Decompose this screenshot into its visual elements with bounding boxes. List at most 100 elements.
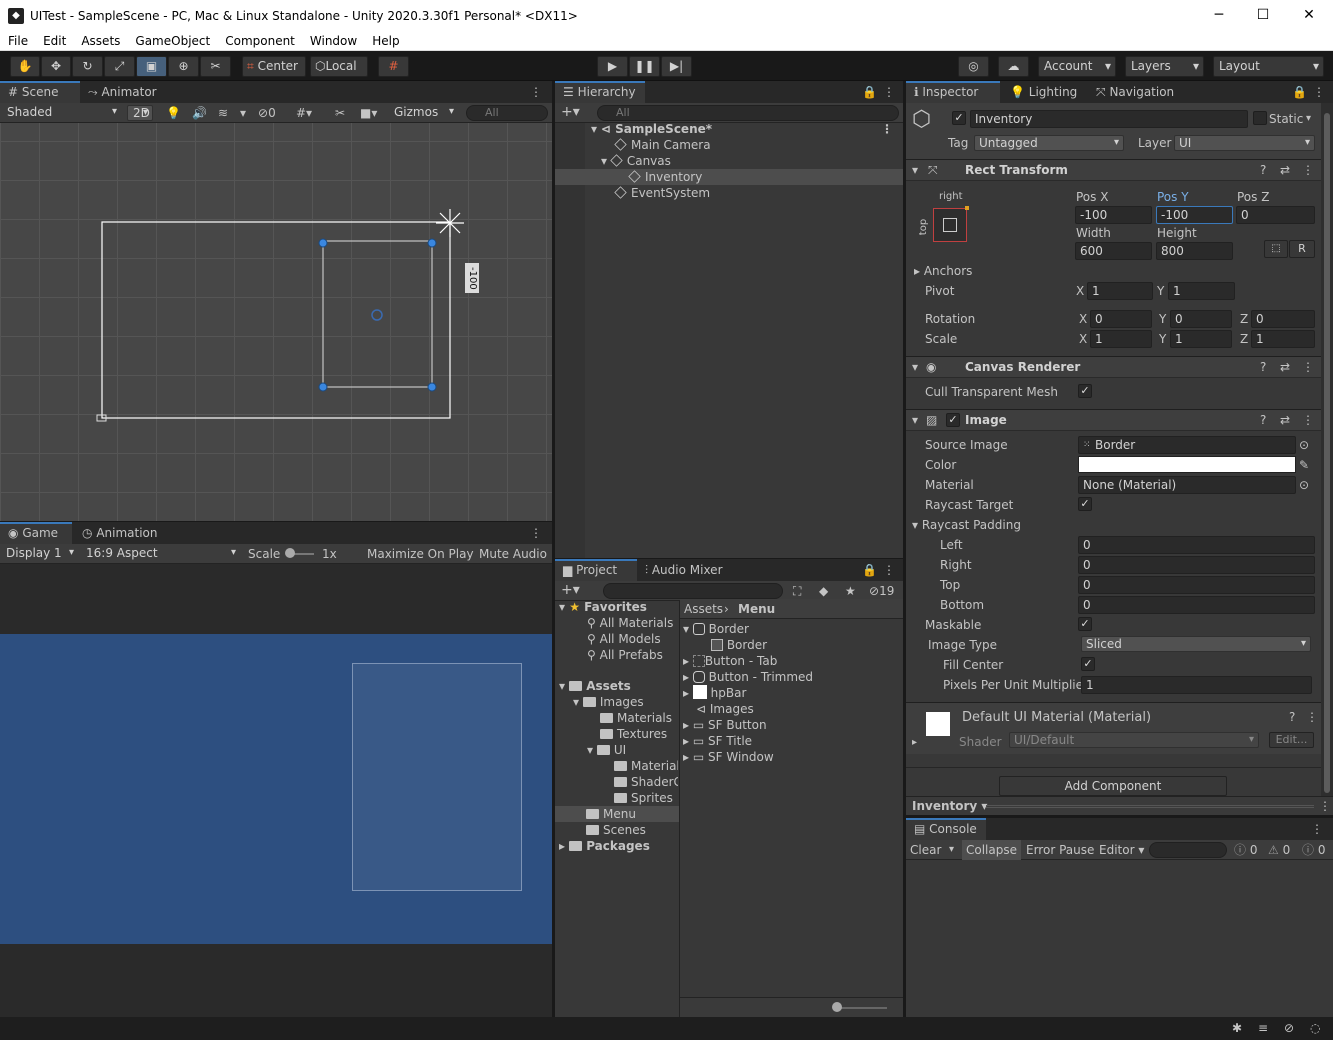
account-dropdown[interactable]: Account ▾ xyxy=(1038,56,1116,77)
assets-folder[interactable]: ▾ Assets xyxy=(559,678,631,694)
blueprint-mode-icon[interactable]: ⬚ xyxy=(1264,240,1288,258)
inspector-scrollbar[interactable] xyxy=(1321,103,1333,815)
aspect-dropdown[interactable]: 16:9 Aspect xyxy=(82,546,240,562)
console-menu-icon[interactable]: ⋮ xyxy=(1311,821,1323,837)
project-lock-icon[interactable]: 🔒 xyxy=(862,562,877,578)
file-border[interactable]: ▾ Border xyxy=(683,621,749,637)
2d-toggle[interactable]: 2D xyxy=(127,105,153,121)
hidden-objects-icon[interactable]: ⊘0 xyxy=(258,105,276,121)
file-sf-window[interactable]: ▸ ▭ SF Window xyxy=(683,749,774,765)
effects-dropdown-icon[interactable]: ▾ xyxy=(240,105,246,121)
scene-search-input[interactable]: All xyxy=(466,105,548,121)
help-icon[interactable]: ? xyxy=(1260,359,1266,375)
game-panel-menu-icon[interactable]: ⋮ xyxy=(530,525,542,541)
layout-dropdown[interactable]: Layout ▾ xyxy=(1213,56,1324,77)
foldout-arrow-icon[interactable]: ▾ xyxy=(912,162,918,178)
padding-bottom-field[interactable]: 0 xyxy=(1078,596,1315,614)
folder-ui[interactable]: ▾ UI xyxy=(587,742,626,758)
menu-component[interactable]: Component xyxy=(217,34,302,48)
menu-assets[interactable]: Assets xyxy=(73,34,127,48)
component-menu-icon[interactable]: ⋮ xyxy=(1302,162,1314,178)
canvas-renderer-header[interactable]: ▾ ◉ Canvas Renderer ? ⇄ ⋮ xyxy=(906,356,1321,378)
static-checkbox[interactable] xyxy=(1253,111,1267,125)
project-splitter[interactable] xyxy=(679,601,680,1017)
inventory-rect[interactable] xyxy=(322,240,433,388)
maximize-on-play-toggle[interactable]: Maximize On Play xyxy=(367,546,474,562)
folder-sprites[interactable]: Sprites xyxy=(614,790,673,806)
preset-icon[interactable]: ⇄ xyxy=(1280,412,1290,428)
create-add-icon[interactable]: +▾ xyxy=(561,104,580,120)
packages-folder[interactable]: ▸ Packages xyxy=(559,838,650,854)
menu-window[interactable]: Window xyxy=(302,34,364,48)
tab-hierarchy[interactable]: ☰ Hierarchy xyxy=(555,81,645,103)
rot-x-field[interactable]: 0 xyxy=(1090,310,1152,328)
clear-button[interactable]: Clear xyxy=(910,842,941,858)
object-name-field[interactable]: Inventory xyxy=(970,110,1248,128)
anchor-presets-button[interactable] xyxy=(933,206,969,242)
padding-right-field[interactable]: 0 xyxy=(1078,556,1315,574)
image-enabled-checkbox[interactable]: ✓ xyxy=(946,413,960,427)
breadcrumb-menu[interactable]: Menu xyxy=(738,601,775,617)
rot-z-field[interactable]: 0 xyxy=(1251,310,1315,328)
help-icon[interactable]: ? xyxy=(1260,162,1266,178)
scale-z-field[interactable]: 1 xyxy=(1251,330,1315,348)
lock-icon[interactable]: 🔒 xyxy=(862,84,877,100)
image-component-header[interactable]: ▾ ▨ ✓ Image ? ⇄ ⋮ xyxy=(906,409,1321,431)
preview-menu-icon[interactable]: ⋮ xyxy=(1319,798,1331,814)
project-search-input[interactable] xyxy=(603,583,783,599)
hand-tool-icon[interactable]: ✋ xyxy=(10,56,40,77)
play-button[interactable]: ▶ xyxy=(597,56,628,77)
scale-y-field[interactable]: 1 xyxy=(1170,330,1232,348)
pivot-y-field[interactable]: 1 xyxy=(1168,282,1235,300)
file-hpbar[interactable]: ▸ hpBar xyxy=(683,685,746,701)
error-pause-toggle[interactable]: Error Pause xyxy=(1026,842,1094,858)
ppu-field[interactable]: 1 xyxy=(1081,676,1312,694)
folder-menu[interactable]: Menu xyxy=(555,806,679,822)
auto-generate-lighting-icon[interactable]: ⊘ xyxy=(1284,1020,1294,1036)
custom-tool-icon[interactable]: ✂ xyxy=(200,56,231,77)
object-picker-icon[interactable]: ⊙ xyxy=(1299,437,1309,453)
scale-x-field[interactable]: 1 xyxy=(1090,330,1152,348)
transform-tool-icon[interactable]: ⊕ xyxy=(168,56,199,77)
breadcrumb-assets[interactable]: Assets xyxy=(684,601,723,617)
width-field[interactable]: 600 xyxy=(1075,242,1152,260)
mute-audio-toggle[interactable]: Mute Audio xyxy=(479,546,547,562)
favorites-header[interactable]: ▾ ★ Favorites xyxy=(559,599,647,615)
shader-dropdown[interactable]: UI/Default xyxy=(1009,732,1259,748)
scale-tool-icon[interactable]: ⤢ xyxy=(104,56,135,77)
component-menu-icon[interactable]: ⋮ xyxy=(1302,359,1314,375)
active-checkbox[interactable]: ✓ xyxy=(952,111,966,125)
folder-shadergraph[interactable]: ShaderG xyxy=(614,774,678,790)
file-button-tab[interactable]: ▸ Button - Tab xyxy=(683,653,777,669)
rect-transform-header[interactable]: ▾ ⤧ Rect Transform ? ⇄ ⋮ xyxy=(906,159,1321,181)
pivot-center-button[interactable]: ⌗ Center xyxy=(242,56,306,77)
posy-field[interactable]: -100 xyxy=(1156,206,1233,224)
tab-audio-mixer[interactable]: ⫶ Audio Mixer xyxy=(637,559,731,581)
tools-icon[interactable]: ✂ xyxy=(335,105,345,121)
favorite-star-icon[interactable]: ★ xyxy=(845,583,856,599)
rect-tool-icon[interactable]: ▣ xyxy=(136,56,167,77)
tab-animation[interactable]: ◷ Animation xyxy=(74,522,166,544)
eyedropper-icon[interactable]: ✎ xyxy=(1299,457,1309,473)
help-icon[interactable]: ? xyxy=(1260,412,1266,428)
cloud-icon[interactable]: ☁ xyxy=(998,56,1029,77)
collab-icon[interactable]: ◎ xyxy=(958,56,989,77)
material-foldout-icon[interactable]: ▸ xyxy=(912,735,917,751)
scrollbar-thumb[interactable] xyxy=(1324,113,1330,793)
hierarchy-item-inventory[interactable]: Inventory xyxy=(555,169,903,185)
rect-handle-br[interactable] xyxy=(427,382,437,392)
component-menu-icon[interactable]: ⋮ xyxy=(1302,412,1314,428)
menu-file[interactable]: File xyxy=(0,34,35,48)
layer-dropdown[interactable]: UI xyxy=(1174,135,1315,151)
anchors-foldout[interactable]: ▸ Anchors xyxy=(914,263,972,279)
color-swatch[interactable] xyxy=(1078,456,1296,473)
rot-y-field[interactable]: 0 xyxy=(1170,310,1232,328)
preview-drag-handle[interactable] xyxy=(986,805,1314,808)
shading-mode-dropdown[interactable]: Shaded xyxy=(3,105,121,121)
tab-console[interactable]: ▤ Console xyxy=(906,818,986,840)
icon-size-slider[interactable] xyxy=(835,1007,887,1009)
effects-toggle-icon[interactable]: ≋ xyxy=(218,105,228,121)
cull-mesh-checkbox[interactable]: ✓ xyxy=(1078,384,1092,398)
hierarchy-item-samplescene[interactable]: ▾ ⊲ SampleScene* ⋮ xyxy=(591,121,903,137)
rect-handle-tl[interactable] xyxy=(318,238,328,248)
